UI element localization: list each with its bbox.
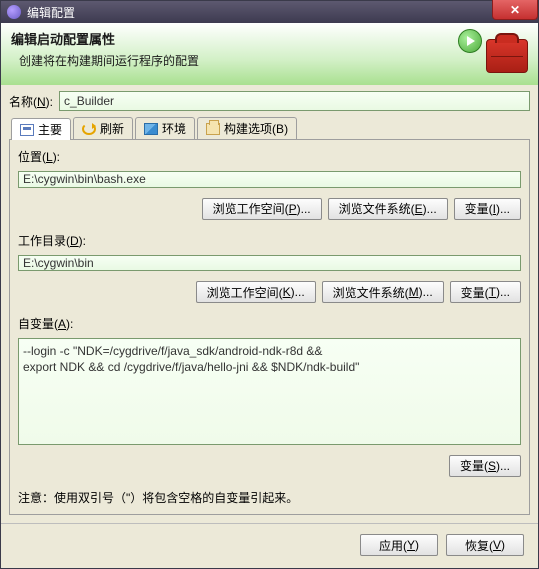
close-icon: ✕ (510, 3, 520, 17)
window: 编辑配置 ✕ 编辑启动配置属性 创建将在构建期间运行程序的配置 名称(N): 主… (0, 0, 539, 569)
refresh-icon (82, 123, 96, 135)
location-browse-workspace-button[interactable]: 浏览工作空间(P)... (202, 198, 322, 220)
env-icon (144, 123, 158, 135)
tab-env-label: 环境 (162, 120, 186, 137)
workdir-variables-button[interactable]: 变量(T)... (450, 281, 521, 303)
workdir-button-row: 浏览工作空间(K)... 浏览文件系统(M)... 变量(T)... (18, 281, 521, 303)
toolbox-icon (486, 39, 528, 73)
name-label-u: N (37, 95, 46, 109)
main-icon (20, 124, 34, 136)
name-label: 名称(N): (9, 93, 53, 110)
tabs: 主要 刷新 环境 构建选项(B) (9, 117, 530, 140)
tab-main[interactable]: 主要 (11, 118, 71, 140)
banner-icons (458, 29, 528, 73)
workdir-browse-workspace-button[interactable]: 浏览工作空间(K)... (196, 281, 316, 303)
tab-build-label: 构建选项(B) (224, 120, 288, 137)
content: 名称(N): 主要 刷新 环境 构建选项( (1, 85, 538, 523)
tab-area: 主要 刷新 环境 构建选项(B) 位置(L): (9, 117, 530, 515)
args-variables-button[interactable]: 变量(S)... (449, 455, 521, 477)
args-label: 自变量(A): (18, 315, 521, 332)
workdir-label: 工作目录(D): (18, 232, 521, 249)
tab-refresh[interactable]: 刷新 (73, 117, 133, 139)
tab-build[interactable]: 构建选项(B) (197, 117, 297, 139)
location-input[interactable] (18, 171, 521, 188)
args-button-row: 变量(S)... (18, 455, 521, 477)
apply-button[interactable]: 应用(Y) (360, 534, 438, 556)
tab-panel-main: 位置(L): 浏览工作空间(P)... 浏览文件系统(E)... 变量(I)..… (9, 140, 530, 515)
banner-heading: 编辑启动配置属性 (11, 29, 528, 48)
tab-refresh-label: 刷新 (100, 120, 124, 137)
name-label-pre: 名称( (9, 95, 37, 109)
play-icon (458, 29, 482, 53)
build-icon (206, 123, 220, 135)
app-icon (7, 5, 21, 19)
banner-sub: 创建将在构建期间运行程序的配置 (19, 52, 528, 69)
name-row: 名称(N): (9, 91, 530, 111)
workdir-input[interactable] (18, 255, 521, 272)
location-button-row: 浏览工作空间(P)... 浏览文件系统(E)... 变量(I)... (18, 198, 521, 220)
location-browse-filesystem-button[interactable]: 浏览文件系统(E)... (328, 198, 448, 220)
close-button[interactable]: ✕ (492, 0, 538, 20)
location-variables-button[interactable]: 变量(I)... (454, 198, 521, 220)
args-textarea[interactable] (18, 338, 521, 445)
quote-note: 注意：使用双引号（"）将包含空格的自变量引起来。 (18, 489, 521, 506)
revert-button[interactable]: 恢复(V) (446, 534, 524, 556)
titlebar: 编辑配置 ✕ (1, 1, 538, 23)
name-label-post: ): (46, 95, 53, 109)
footer: 应用(Y) 恢复(V) (1, 523, 538, 568)
tab-env[interactable]: 环境 (135, 117, 195, 139)
location-label: 位置(L): (18, 148, 521, 165)
window-title: 编辑配置 (27, 4, 75, 21)
banner: 编辑启动配置属性 创建将在构建期间运行程序的配置 (1, 23, 538, 85)
tab-main-label: 主要 (38, 121, 62, 138)
name-input[interactable] (59, 91, 530, 111)
workdir-browse-filesystem-button[interactable]: 浏览文件系统(M)... (322, 281, 444, 303)
